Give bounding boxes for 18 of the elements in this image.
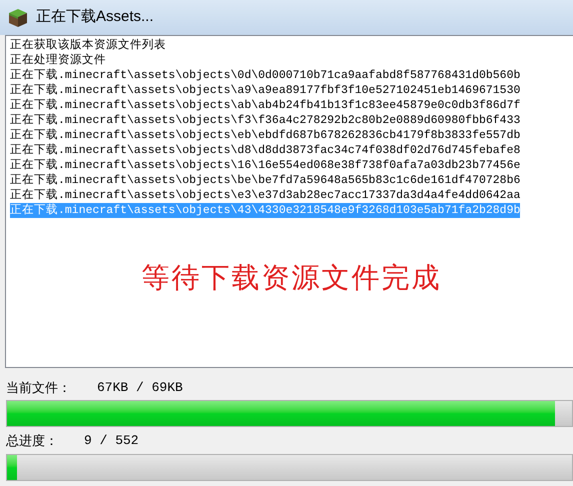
log-line[interactable]: 正在处理资源文件 bbox=[10, 53, 106, 68]
log-line[interactable]: 正在下载.minecraft\assets\objects\f3\f36a4c278292b2c80b2e0889d60980fbb6f433 bbox=[10, 113, 520, 128]
log-line[interactable]: 正在获取该版本资源文件列表 bbox=[10, 38, 166, 53]
window-title: 正在下载Assets... bbox=[36, 7, 154, 28]
count-reading: 9 / 552 bbox=[84, 432, 139, 450]
log-line[interactable]: 正在下载.minecraft\assets\objects\eb\ebdfd687b678262836cb4179f8b3833fe557db bbox=[10, 128, 520, 143]
log-line[interactable]: 正在下载.minecraft\assets\objects\16\16e554ed068e38f738f0afa7a03db23b77456e bbox=[10, 158, 520, 173]
log-line[interactable]: 正在下载.minecraft\assets\objects\d8\d8dd3873fac34c74f038df02d76d745febafe8 bbox=[10, 143, 520, 158]
size-reading: 67KB / 69KB bbox=[97, 379, 183, 398]
log-line[interactable]: 正在下载.minecraft\assets\objects\ab\ab4b24fb41b13f1c83ee45879e0c0db3f86d7f bbox=[10, 98, 520, 113]
field-label: 总进度： bbox=[6, 432, 58, 450]
log-line[interactable]: 正在下载.minecraft\assets\objects\0d\0d000710b71ca9aafabd8f587768431d0b560b bbox=[10, 68, 520, 83]
status-message: 等待下载资源文件完成 bbox=[142, 260, 442, 294]
log-line[interactable]: 正在下载.minecraft\assets\objects\be\be7fd7a59648a565b83c1c6de161df470728b6 bbox=[10, 173, 520, 188]
grass-block-icon bbox=[8, 8, 28, 28]
log-line[interactable]: 正在下载.minecraft\assets\objects\e3\e37d3ab28ec7acc17337da3d4a4fe4dd0642aa bbox=[10, 188, 520, 203]
log-line[interactable]: 正在下载.minecraft\assets\objects\a9\a9ea89177fbf3f10e527102451eb1469671530 bbox=[10, 83, 520, 98]
field-label: 当前文件： bbox=[6, 379, 71, 398]
